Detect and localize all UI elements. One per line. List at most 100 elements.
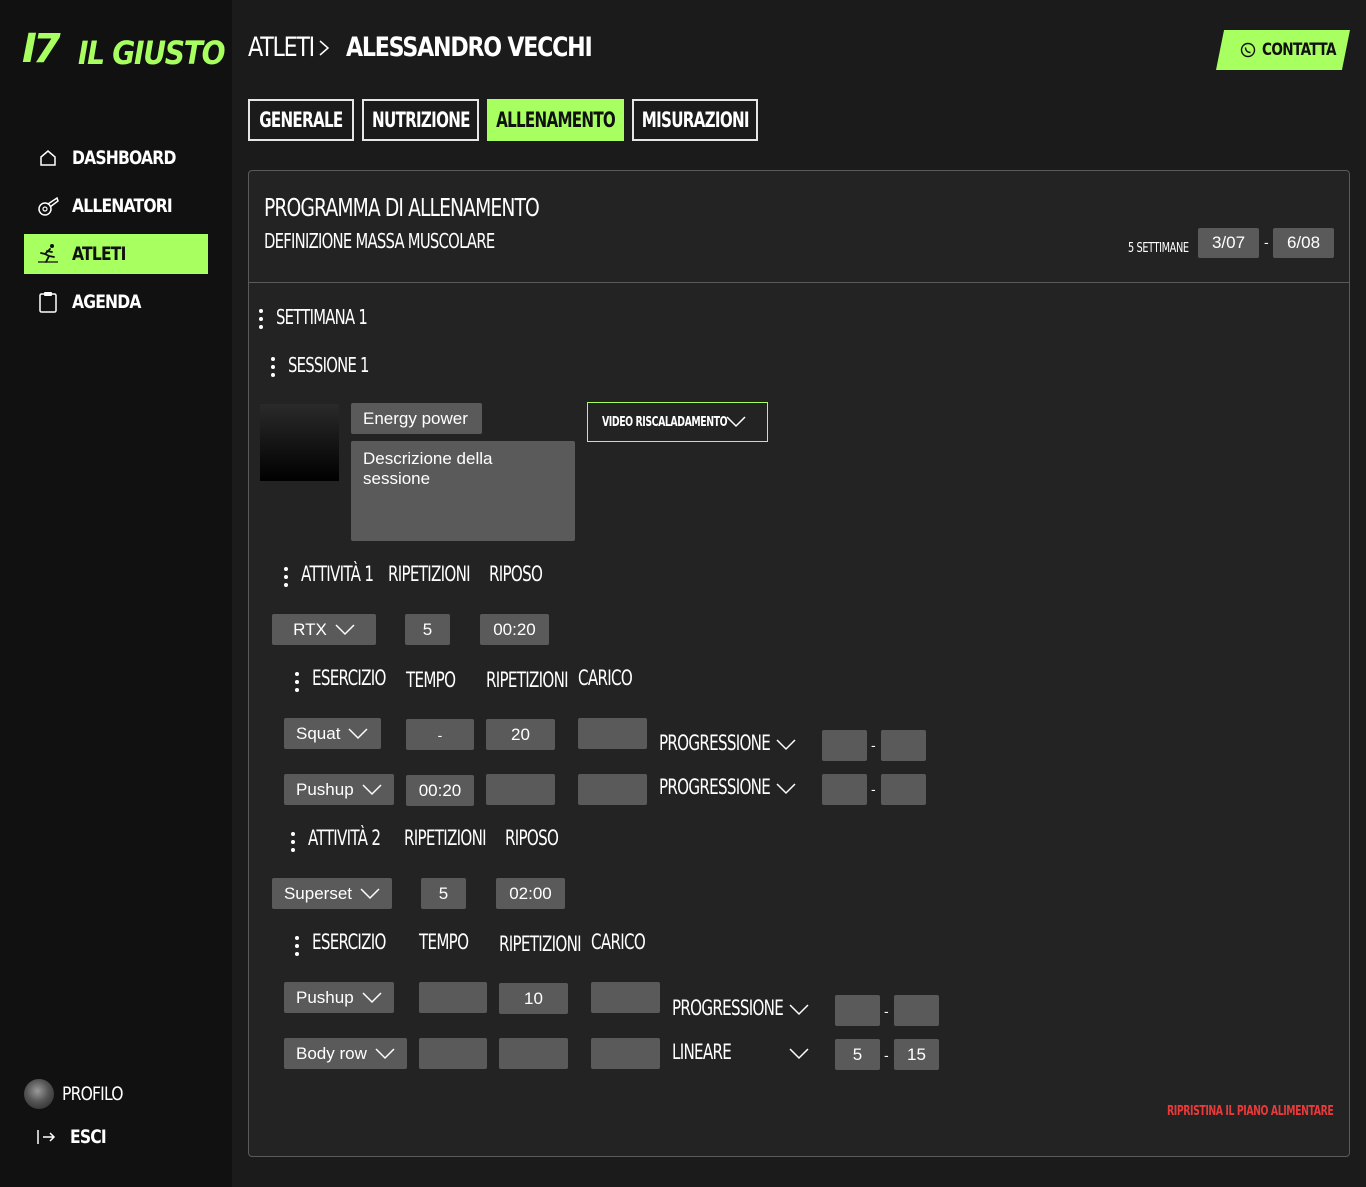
exercise-reps-field[interactable]: 10: [499, 983, 568, 1014]
chevron-down-icon[interactable]: [789, 1004, 809, 1016]
activity-rest-field[interactable]: 02:00: [496, 878, 565, 909]
exercise-time-field[interactable]: [419, 1038, 487, 1069]
logout-label: ESCI: [70, 1126, 107, 1148]
contact-label: CONTATTA: [1262, 40, 1336, 60]
progression-label: PROGRESSIONE: [659, 731, 771, 755]
chevron-down-icon[interactable]: [776, 783, 796, 795]
range-separator: -: [884, 1003, 889, 1019]
range-to-field[interactable]: 15: [894, 1039, 939, 1070]
range-from-field[interactable]: 5: [835, 1039, 880, 1070]
clipboard-icon: [36, 290, 60, 314]
chevron-down-icon: [375, 1047, 395, 1060]
range-to-field[interactable]: [881, 774, 926, 805]
progression-label: LINEARE: [672, 1040, 732, 1064]
exercise-menu-icon[interactable]: [294, 936, 300, 960]
range-separator: -: [871, 781, 876, 797]
session-thumbnail[interactable]: [260, 404, 339, 481]
activity-reps-field[interactable]: 5: [405, 614, 450, 645]
tab-misurazioni[interactable]: MISURAZIONI: [632, 99, 758, 141]
exercise-header: ESERCIZIO: [312, 930, 386, 954]
session-label: SESSIONE 1: [288, 353, 369, 377]
tab-bar: GENERALE NUTRIZIONE ALLENAMENTO MISURAZI…: [248, 99, 766, 141]
sidebar: I7 IL GIUSTO DASHBOARD ALLENATORI ATLETI: [0, 0, 232, 1187]
chevron-down-icon: [348, 727, 368, 740]
range-from-field[interactable]: [835, 995, 880, 1026]
exercise-time-field[interactable]: 00:20: [406, 775, 474, 806]
activity-type-select[interactable]: RTX: [272, 614, 376, 645]
date-separator: -: [1264, 234, 1269, 250]
sidebar-item-atleti[interactable]: ATLETI: [24, 234, 208, 274]
reset-plan-link[interactable]: RIPRISTINA IL PIANO ALIMENTARE: [1167, 1104, 1334, 1119]
exercise-reps-field[interactable]: [499, 1038, 568, 1069]
logout-icon: [34, 1125, 58, 1149]
logout-link[interactable]: ESCI: [24, 1121, 136, 1153]
activity-rest-field[interactable]: 00:20: [480, 614, 549, 645]
sidebar-footer: PROFILO ESCI: [24, 1078, 136, 1164]
range-from-field[interactable]: [822, 774, 867, 805]
chevron-down-icon: [360, 887, 380, 900]
home-icon: [36, 146, 60, 170]
activity-type-value: Superset: [283, 883, 353, 903]
exercise-select[interactable]: Pushup: [284, 774, 394, 805]
profile-label: PROFILO: [62, 1083, 124, 1105]
tab-label: MISURAZIONI: [641, 108, 750, 132]
progression-label: PROGRESSIONE: [672, 996, 784, 1020]
chevron-down-icon: [362, 991, 382, 1004]
sidebar-item-label: DASHBOARD: [72, 147, 176, 169]
exercise-header: ESERCIZIO: [312, 666, 386, 690]
chevron-down-icon: [362, 783, 382, 796]
whistle-icon: [36, 194, 60, 218]
sidebar-item-allenatori[interactable]: ALLENATORI: [24, 186, 208, 226]
end-date-field[interactable]: 6/08: [1273, 228, 1334, 258]
range-from-field[interactable]: [822, 730, 867, 761]
activity-menu-icon[interactable]: [290, 832, 296, 856]
tab-nutrizione[interactable]: NUTRIZIONE: [362, 99, 479, 141]
tab-allenamento[interactable]: ALLENAMENTO: [487, 99, 624, 141]
week-menu-icon[interactable]: [258, 309, 264, 333]
range-to-field[interactable]: [894, 995, 939, 1026]
chevron-down-icon: [726, 416, 746, 428]
exercise-load-field[interactable]: [591, 1038, 660, 1069]
exercise-menu-icon[interactable]: [294, 672, 300, 696]
exercise-name: Body row: [296, 1043, 367, 1063]
exercise-load-field[interactable]: [578, 774, 647, 805]
chevron-down-icon[interactable]: [776, 739, 796, 751]
range-separator: -: [871, 737, 876, 753]
activity-menu-icon[interactable]: [283, 567, 289, 591]
breadcrumb-root[interactable]: ATLETI: [248, 32, 315, 63]
activity-rest-header: RIPOSO: [489, 562, 543, 586]
breadcrumb-current: ALESSANDRO VECCHI: [346, 32, 593, 63]
contact-button[interactable]: CONTATTA: [1216, 30, 1350, 70]
tab-generale[interactable]: GENERALE: [248, 99, 354, 141]
exercise-select[interactable]: Pushup: [284, 982, 394, 1013]
session-name-field[interactable]: Energy power: [351, 403, 482, 434]
exercise-reps-field[interactable]: [486, 774, 555, 805]
warmup-video-label: VIDEO RISCALADAMENTO: [602, 414, 728, 430]
exercise-time-field[interactable]: [419, 982, 487, 1013]
activity-reps-field[interactable]: 5: [421, 878, 466, 909]
program-title: PROGRAMMA DI ALLENAMENTO: [264, 193, 540, 222]
warmup-video-dropdown[interactable]: VIDEO RISCALADAMENTO: [587, 402, 768, 442]
load-header: CARICO: [578, 666, 633, 690]
start-date-field[interactable]: 3/07: [1198, 228, 1259, 258]
session-description-field[interactable]: Descrizione della sessione: [351, 441, 575, 541]
brand-mark: I7: [22, 26, 61, 72]
range-to-field[interactable]: [881, 730, 926, 761]
exercise-select[interactable]: Body row: [284, 1038, 407, 1069]
session-menu-icon[interactable]: [270, 357, 276, 381]
exercise-time-field[interactable]: -: [406, 719, 474, 750]
exercise-select[interactable]: Squat: [284, 718, 381, 749]
program-subtitle: DEFINIZIONE MASSA MUSCOLARE: [264, 229, 495, 253]
exercise-reps-field[interactable]: 20: [486, 719, 555, 750]
range-separator: -: [884, 1047, 889, 1063]
sidebar-item-dashboard[interactable]: DASHBOARD: [24, 138, 208, 178]
exercise-load-field[interactable]: [591, 982, 660, 1013]
exercise-load-field[interactable]: [578, 718, 647, 749]
brand-logo[interactable]: I7 IL GIUSTO: [22, 26, 226, 72]
time-header: TEMPO: [419, 930, 469, 954]
activity-type-value: RTX: [293, 619, 327, 639]
profile-link[interactable]: PROFILO: [24, 1078, 136, 1110]
sidebar-item-agenda[interactable]: AGENDA: [24, 282, 208, 322]
activity-type-select[interactable]: Superset: [272, 878, 392, 909]
chevron-down-icon[interactable]: [789, 1048, 809, 1060]
